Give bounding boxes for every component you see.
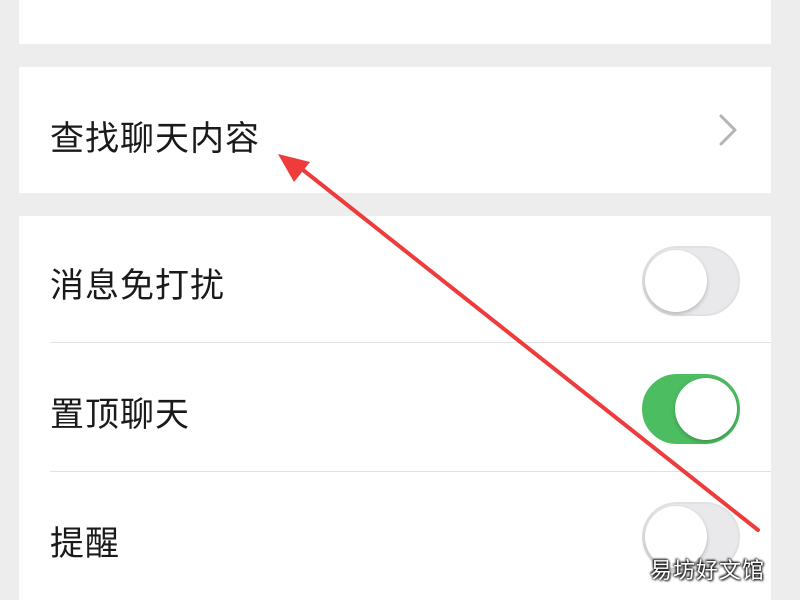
top-card [19, 0, 771, 44]
watermark: 易坊好文馆 [650, 559, 766, 584]
mute-notifications-label: 消息免打扰 [50, 266, 225, 306]
pin-chat-toggle[interactable] [642, 374, 740, 444]
chevron-right-icon [719, 114, 737, 146]
search-chat-content-label: 查找聊天内容 [50, 119, 260, 159]
toggle-knob [645, 250, 707, 312]
search-chat-content-row[interactable]: 查找聊天内容 [19, 67, 771, 193]
chat-settings-list: 消息免打扰 置顶聊天 提醒 [19, 216, 771, 600]
divider [50, 471, 771, 472]
remind-label: 提醒 [50, 524, 120, 564]
pin-chat-label: 置顶聊天 [50, 395, 190, 435]
toggle-knob [675, 378, 737, 440]
mute-notifications-toggle[interactable] [642, 246, 740, 316]
chat-settings-screen: 查找聊天内容 消息免打扰 置顶聊天 提醒 易坊好文馆 [0, 0, 800, 600]
divider [50, 342, 771, 343]
